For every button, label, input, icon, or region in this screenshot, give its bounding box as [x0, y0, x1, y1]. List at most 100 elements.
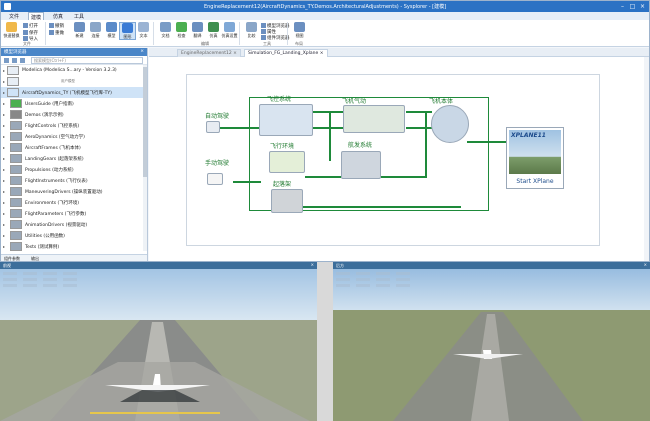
expand-arrow-icon[interactable]: ▸ — [3, 222, 7, 227]
expand-arrow-icon[interactable]: ▸ — [3, 156, 7, 161]
manual-drive-block[interactable] — [207, 173, 223, 185]
package-icon — [10, 110, 22, 119]
expand-arrow-icon[interactable]: ▸ — [3, 145, 7, 150]
tree-item[interactable]: ▸ Environments (飞行环境) — [1, 197, 147, 208]
wire — [425, 111, 427, 176]
back-icon[interactable] — [4, 58, 9, 63]
close-icon[interactable]: × — [638, 2, 647, 11]
tree-item[interactable]: ▸ Utilities (公用函数) — [1, 230, 147, 241]
close-panel-icon[interactable]: × — [140, 49, 144, 54]
xplane-launch-panel[interactable]: XPLANE11 Start XPlane — [506, 127, 564, 189]
flight-control-block[interactable] — [259, 104, 313, 136]
tree-item[interactable]: ▸ ManeuveringDrivers (操纵装置驱动) — [1, 186, 147, 197]
start-xplane-button[interactable]: Start XPlane — [507, 178, 563, 185]
tree-scrollbar[interactable] — [143, 65, 147, 251]
package-icon — [10, 165, 22, 174]
group-edit-label: 编辑 — [201, 41, 209, 46]
rear-view-window[interactable]: 后方 × — [333, 262, 650, 421]
expand-arrow-icon[interactable]: ▸ — [3, 189, 7, 194]
tree-item[interactable]: ▸ AircraftFrames (飞机本体) — [1, 142, 147, 153]
menu-simulation[interactable]: 仿真 — [53, 13, 63, 20]
expand-arrow-icon[interactable]: ▸ — [3, 178, 7, 183]
wire — [313, 127, 343, 129]
menu-modeling[interactable]: 建模 — [28, 12, 45, 21]
landing-gear-block[interactable] — [271, 189, 303, 213]
tree-item[interactable]: ▸ FlightControls (飞控系统) — [1, 120, 147, 131]
forward-icon[interactable] — [12, 58, 17, 63]
sim-settings-button[interactable]: 仿真设置 — [221, 22, 238, 40]
package-icon — [10, 99, 22, 108]
compare-icon — [246, 22, 257, 32]
aerodynamics-block[interactable] — [343, 105, 405, 133]
scrollbar-thumb[interactable] — [143, 67, 147, 177]
tree-item[interactable]: ▸ Propulsions (动力系统) — [1, 164, 147, 175]
expand-arrow-icon[interactable]: ▸ — [3, 244, 7, 249]
maximize-icon[interactable]: □ — [628, 2, 637, 11]
expand-arrow-icon[interactable]: ▸ — [3, 200, 7, 205]
menu-tools[interactable]: 工具 — [74, 13, 84, 20]
editor-scrollbar[interactable] — [644, 57, 649, 261]
model-button[interactable]: 模型 — [103, 22, 120, 40]
graphics-button[interactable]: 图形 — [119, 22, 136, 40]
simulate-icon — [208, 22, 219, 32]
tree-item-label: Environments (飞行环境) — [25, 201, 80, 206]
redo-button[interactable]: 重做 — [49, 30, 64, 36]
tree-item[interactable]: ▸ FlightParameters (飞行参数) — [1, 208, 147, 219]
package-icon — [10, 121, 22, 130]
title-bar: EngineReplacement12(AircraftDynamics_TY.… — [1, 1, 649, 12]
tree-item[interactable]: ▸ FlightInstruments (飞行仪表) — [1, 175, 147, 186]
new-button[interactable]: 新建 — [71, 22, 88, 40]
close-view-icon[interactable]: × — [644, 262, 647, 267]
tree-item[interactable]: ▸ AeroDynamics (空气动力学) — [1, 131, 147, 142]
tree-item[interactable]: ▸ UsersGuide (用户指南) — [1, 98, 147, 109]
tree-item[interactable]: ▸ LandingGears (起落架系统) — [1, 153, 147, 164]
translate-button[interactable]: 翻译 — [189, 22, 206, 40]
tree-item[interactable]: ▸ 用户模型 — [1, 76, 147, 87]
tree-item[interactable]: ▸ Tests (测试算例) — [1, 241, 147, 252]
expand-arrow-icon[interactable]: ▸ — [3, 167, 7, 172]
package-icon — [10, 154, 22, 163]
model-tree: ▸ Modelica (Modelica S...ary - Version 3.… — [1, 65, 147, 253]
package-icon — [10, 132, 22, 141]
tab-simulation-landing[interactable]: Simulation_FG_Landing_Xplane × — [244, 49, 328, 57]
undo-button[interactable]: 撤销 — [49, 23, 64, 29]
connect-button[interactable]: 连接 — [87, 22, 104, 40]
open-button[interactable]: 打开 — [23, 23, 38, 29]
package-icon — [7, 88, 19, 97]
quick-replace-button[interactable]: 快速替换 — [3, 22, 20, 40]
document-button[interactable]: 文档 — [157, 22, 174, 40]
compare-button[interactable]: 比较 — [243, 22, 260, 40]
front-view-window[interactable]: 前视 × — [0, 262, 317, 421]
tree-item[interactable]: ▸ AnimationDrivers (视景驱动) — [1, 219, 147, 230]
expand-arrow-icon[interactable]: ▸ — [3, 233, 7, 238]
text-button[interactable]: 文本 — [135, 22, 152, 40]
wire — [406, 111, 432, 113]
document-icon — [160, 22, 171, 32]
tree-item[interactable]: ▸ Demos (演示示例) — [1, 109, 147, 120]
expand-arrow-icon[interactable]: ▸ — [3, 101, 7, 106]
package-icon — [10, 198, 22, 207]
expand-arrow-icon[interactable]: ▸ — [3, 211, 7, 216]
expand-arrow-icon[interactable]: ▸ — [3, 112, 7, 117]
filter-icon[interactable] — [20, 58, 25, 63]
wire — [233, 181, 261, 183]
avionics-block[interactable] — [341, 151, 381, 179]
flight-environment-block[interactable] — [269, 151, 305, 173]
minimize-icon[interactable]: – — [618, 2, 627, 11]
tree-item[interactable]: ▸ Modelica (Modelica S...ary - Version 3.… — [1, 65, 147, 76]
label-flight-env: 飞行环境 — [270, 143, 295, 150]
menu-file[interactable]: 文件 — [9, 13, 19, 20]
expand-arrow-icon[interactable]: ▸ — [3, 123, 7, 128]
autopilot-block[interactable] — [206, 121, 220, 133]
tab-engine-replacement[interactable]: EngineReplacement12 × — [177, 49, 241, 57]
front-view-header: 前视 × — [0, 262, 317, 269]
aircraft-body-block[interactable] — [431, 105, 469, 143]
simulate-button[interactable]: 仿真 — [205, 22, 222, 40]
label-flight-control: 飞控系统 — [267, 96, 292, 103]
tree-item[interactable]: ▸ AircraftDynamics_TY (飞机模型飞行库-TY) — [1, 87, 147, 98]
model-search-input[interactable]: 搜索模型(Ctrl+F) — [31, 57, 143, 64]
expand-arrow-icon[interactable]: ▸ — [3, 134, 7, 139]
close-view-icon[interactable]: × — [311, 262, 314, 267]
check-button[interactable]: 检查 — [173, 22, 190, 40]
view-button[interactable]: 视图 — [291, 22, 308, 40]
